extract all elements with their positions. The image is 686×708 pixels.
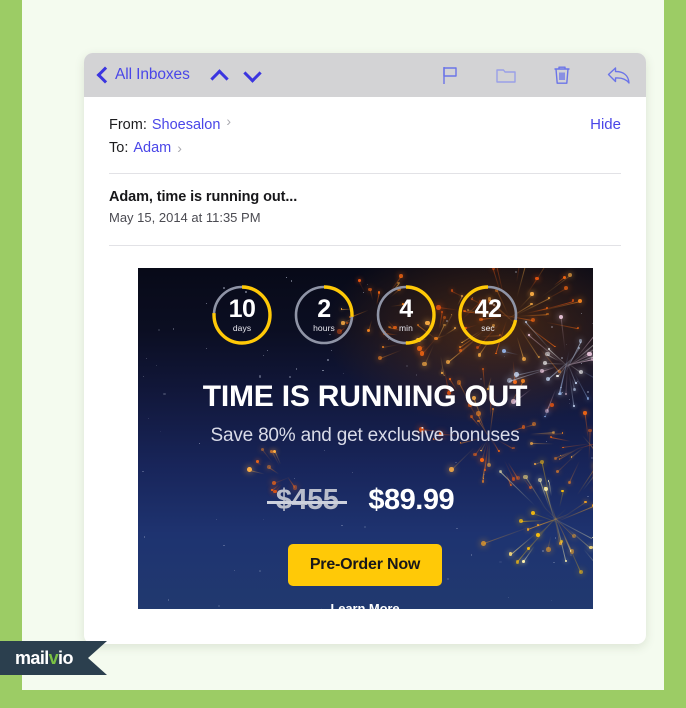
reply-icon[interactable] [607,64,630,86]
countdown-value-sec: 42 [474,295,502,323]
logo-text-part1: mail [15,647,49,668]
chevron-up-icon[interactable] [206,64,232,86]
mailvio-wordmark: mail v io [0,648,73,669]
from-row: From: Shoesalon › Hide [109,114,621,136]
to-row: To: Adam › [109,137,621,159]
pre-order-button[interactable]: Pre-Order Now [287,544,443,586]
email-header-body: From: Shoesalon › Hide To: Adam › Adam, … [84,97,646,246]
logo-checkmark-v: v [48,647,59,668]
learn-more-link[interactable]: Learn More [330,601,399,609]
countdown-value-hours: 2 [317,295,331,323]
to-label: To: [109,140,129,156]
to-value[interactable]: Adam [133,137,171,159]
from-disclosure-icon[interactable]: › [226,114,231,128]
countdown-label-sec: sec [481,323,495,333]
all-inboxes-button[interactable]: All Inboxes [115,66,190,84]
from-value[interactable]: Shoesalon [152,114,221,136]
countdown-value-min: 4 [399,295,413,323]
promo-content: 10 days 2 hours 4 min 42 sec TIME IS RUNNING OU… [138,268,593,609]
price-row: $455 $89.99 [266,484,455,517]
toolbar-actions [439,64,630,86]
recipient-fields: From: Shoesalon › Hide To: Adam › Adam, … [109,97,621,246]
from-label: From: [109,117,147,133]
hide-button[interactable]: Hide [590,114,621,136]
countdown-label-hours: hours [313,323,335,333]
flag-icon[interactable] [439,64,461,86]
countdown-label-days: days [232,323,252,333]
mail-toolbar: All Inboxes [84,53,646,97]
page-panel: All Inboxes From: Shoesalon › Hide To: A… [22,0,664,690]
subject-line: Adam, time is running out... [109,189,298,205]
promo-subheadline: Save 80% and get exclusive bonuses [210,425,520,446]
to-disclosure-icon[interactable]: › [177,141,182,155]
logo-text-part2: io [58,647,73,668]
countdown-sec: 42 sec [456,283,520,347]
folder-icon[interactable] [495,64,517,86]
sale-price: $89.99 [368,484,455,516]
countdown-timer: 10 days 2 hours 4 min 42 sec [210,283,520,347]
toolbar-nav-group: All Inboxes [95,64,270,86]
countdown-days: 10 days [210,283,274,347]
trash-icon[interactable] [551,64,573,86]
chevron-left-icon[interactable] [95,65,111,85]
promo-banner[interactable]: 10 days 2 hours 4 min 42 sec TIME IS RUNNING OU… [137,268,593,609]
chevron-down-icon[interactable] [239,64,265,86]
original-price: $455 [266,484,347,516]
email-card: All Inboxes From: Shoesalon › Hide To: A… [84,53,646,644]
countdown-hours: 2 hours [292,283,356,347]
timestamp: May 15, 2014 at 11:35 PM [109,210,261,225]
countdown-value-days: 10 [228,295,256,323]
countdown-min: 4 min [374,283,438,347]
countdown-label-min: min [399,323,413,333]
promo-banner-wrap: 10 days 2 hours 4 min 42 sec TIME IS RUNNING OU… [84,246,646,609]
promo-headline: TIME IS RUNNING OUT [202,380,528,413]
